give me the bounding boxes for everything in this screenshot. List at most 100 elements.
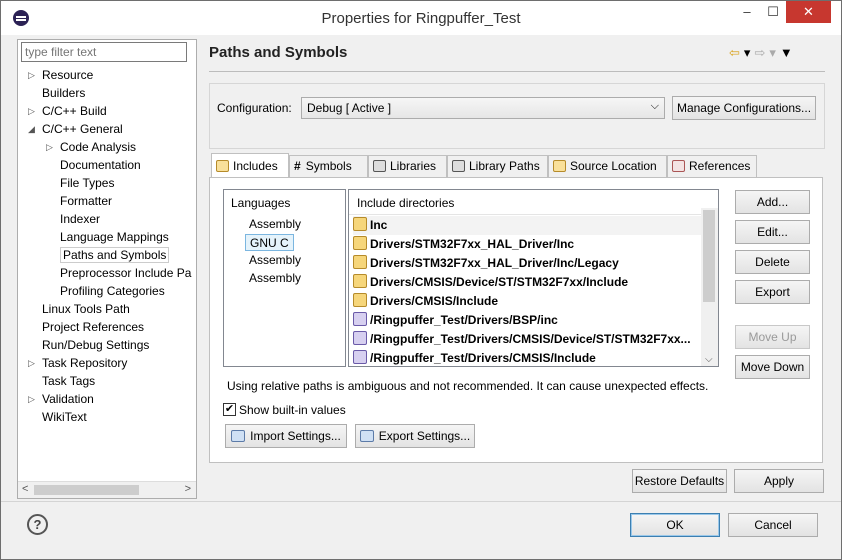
collapsed-arrow-icon[interactable]: ▷	[28, 66, 38, 84]
tree-item[interactable]: WikiText	[42, 408, 87, 426]
chevron-down-icon: ⌵	[650, 100, 659, 112]
cancel-button[interactable]: Cancel	[728, 513, 818, 537]
tree-item[interactable]: ▷ Resource	[28, 66, 93, 84]
tab-libraries[interactable]: Libraries	[368, 155, 447, 177]
filter-input[interactable]	[21, 42, 187, 62]
include-directory-row[interactable]: /Ringpuffer_Test/Drivers/BSP/inc	[353, 311, 701, 330]
apply-button[interactable]: Apply	[734, 469, 824, 493]
configuration-select[interactable]: Debug [ Active ] ⌵	[301, 97, 665, 119]
language-item[interactable]: Assembly	[249, 252, 301, 269]
language-item[interactable]: Assembly	[249, 216, 301, 233]
import-settings-button[interactable]: Import Settings...	[225, 424, 347, 448]
delete-button[interactable]: Delete	[735, 250, 810, 274]
tree-item[interactable]: Builders	[42, 84, 85, 102]
tree-item[interactable]: Preprocessor Include Pa	[60, 264, 191, 282]
library-icon	[373, 160, 386, 172]
tree-item[interactable]: Paths and Symbols	[60, 246, 170, 264]
tree-item-label: Indexer	[60, 212, 101, 226]
languages-list: Languages Assembly GNU C Assembly Assemb…	[223, 189, 346, 367]
tree-item[interactable]: Linux Tools Path	[42, 300, 130, 318]
tree-item-label: Language Mappings	[60, 230, 169, 244]
scroll-down-icon[interactable]: ⌵	[705, 354, 713, 365]
include-vertical-scrollbar[interactable]: ⌵	[701, 208, 718, 366]
tree-item[interactable]: ▷ Code Analysis	[46, 138, 137, 156]
include-directory-row[interactable]: Drivers/STM32F7xx_HAL_Driver/Inc	[353, 235, 701, 254]
tab-includes[interactable]: Includes	[211, 153, 289, 177]
tree-horizontal-scrollbar[interactable]: < >	[18, 481, 196, 498]
header-divider	[349, 214, 701, 215]
tree-item-label: Task Repository	[42, 356, 128, 370]
tree-item[interactable]: Documentation	[60, 156, 141, 174]
export-settings-button[interactable]: Export Settings...	[355, 424, 475, 448]
tree-item[interactable]: Task Tags	[42, 372, 95, 390]
tree-item[interactable]: ▷ Task Repository	[28, 354, 128, 372]
tree-item[interactable]: ▷ Validation	[28, 390, 94, 408]
forward-dropdown-icon[interactable]: ▾	[769, 45, 776, 61]
expanded-arrow-icon[interactable]: ◢	[28, 120, 38, 138]
tab-source-location[interactable]: Source Location	[548, 155, 667, 177]
view-menu-icon[interactable]: ▼	[780, 45, 793, 60]
move-down-button[interactable]: Move Down	[735, 355, 810, 379]
collapsed-arrow-icon[interactable]: ▷	[46, 138, 56, 156]
add-button[interactable]: Add...	[735, 190, 810, 214]
tab-symbols[interactable]: # Symbols	[289, 155, 368, 177]
include-path: Drivers/STM32F7xx_HAL_Driver/Inc/Legacy	[370, 256, 619, 270]
include-directory-row[interactable]: Inc	[353, 216, 701, 235]
move-up-button[interactable]: Move Up	[735, 325, 810, 349]
include-directory-row[interactable]: /Ringpuffer_Test/Drivers/CMSIS/Include	[353, 349, 701, 366]
scroll-thumb[interactable]	[703, 210, 715, 302]
property-page-tree: ▷ Resource Builders ▷ C/C++ Build ◢ C/C++ Gene…	[17, 39, 197, 499]
scroll-left-icon[interactable]: <	[22, 483, 28, 495]
include-path: /Ringpuffer_Test/Drivers/BSP/inc	[370, 313, 558, 327]
tree-item[interactable]: Profiling Categories	[60, 282, 165, 300]
close-button[interactable]: ✕	[786, 1, 831, 23]
tree-item-label: C/C++ Build	[42, 104, 107, 118]
collapsed-arrow-icon[interactable]: ▷	[28, 102, 38, 120]
scroll-thumb[interactable]	[34, 485, 139, 495]
include-directory-row[interactable]: Drivers/CMSIS/Device/ST/STM32F7xx/Includ…	[353, 273, 701, 292]
tree-item[interactable]: Run/Debug Settings	[42, 336, 149, 354]
include-path: /Ringpuffer_Test/Drivers/CMSIS/Device/ST…	[370, 332, 691, 346]
help-icon[interactable]: ?	[27, 514, 48, 535]
minimize-button[interactable]: –	[734, 1, 760, 23]
tree-item-label: Preprocessor Include Pa	[60, 266, 192, 280]
tree-item[interactable]: Indexer	[60, 210, 100, 228]
tree-item-label: Run/Debug Settings	[42, 338, 150, 352]
language-item[interactable]: Assembly	[249, 270, 301, 287]
restore-defaults-button[interactable]: Restore Defaults	[632, 469, 727, 493]
workspace-include-icon	[353, 312, 367, 326]
ok-button[interactable]: OK	[630, 513, 720, 537]
tree-item[interactable]: ▷ C/C++ Build	[28, 102, 107, 120]
back-dropdown-icon[interactable]: ▾	[744, 45, 751, 61]
collapsed-arrow-icon[interactable]: ▷	[28, 390, 38, 408]
tree-item[interactable]: Language Mappings	[60, 228, 169, 246]
maximize-button[interactable]: ☐	[760, 1, 786, 23]
tree-item[interactable]: ◢ C/C++ General	[28, 120, 123, 138]
tree-item-label: C/C++ General	[42, 122, 123, 136]
tree-item-label: Project References	[42, 320, 145, 334]
tab-references[interactable]: References	[667, 155, 757, 177]
language-item-selected[interactable]: GNU C	[245, 234, 294, 251]
scroll-right-icon[interactable]: >	[185, 483, 191, 495]
edit-button[interactable]: Edit...	[735, 220, 810, 244]
include-directory-row[interactable]: /Ringpuffer_Test/Drivers/CMSIS/Device/ST…	[353, 330, 701, 349]
tree-item[interactable]: Project References	[42, 318, 144, 336]
page-title: Paths and Symbols	[209, 44, 348, 61]
tree-item[interactable]: Formatter	[60, 192, 112, 210]
include-directory-row[interactable]: Drivers/CMSIS/Include	[353, 292, 701, 311]
show-builtin-checkbox[interactable]: ✔	[223, 403, 236, 416]
tree-item-label: WikiText	[42, 410, 87, 424]
manage-configurations-button[interactable]: Manage Configurations...	[672, 96, 816, 120]
include-folder-icon	[353, 255, 367, 269]
relative-path-warning: Using relative paths is ambiguous and no…	[227, 379, 709, 393]
export-button[interactable]: Export	[735, 280, 810, 304]
include-directory-row[interactable]: Drivers/STM32F7xx_HAL_Driver/Inc/Legacy	[353, 254, 701, 273]
tree-item[interactable]: File Types	[60, 174, 114, 192]
back-arrow-icon[interactable]: ⇦	[729, 45, 740, 61]
collapsed-arrow-icon[interactable]: ▷	[28, 354, 38, 372]
tree-item-label: Code Analysis	[60, 140, 137, 154]
tab-library-paths[interactable]: Library Paths	[447, 155, 548, 177]
include-directories-header: Include directories	[357, 196, 455, 210]
includes-icon	[216, 160, 229, 172]
forward-arrow-icon[interactable]: ⇨	[754, 45, 765, 61]
